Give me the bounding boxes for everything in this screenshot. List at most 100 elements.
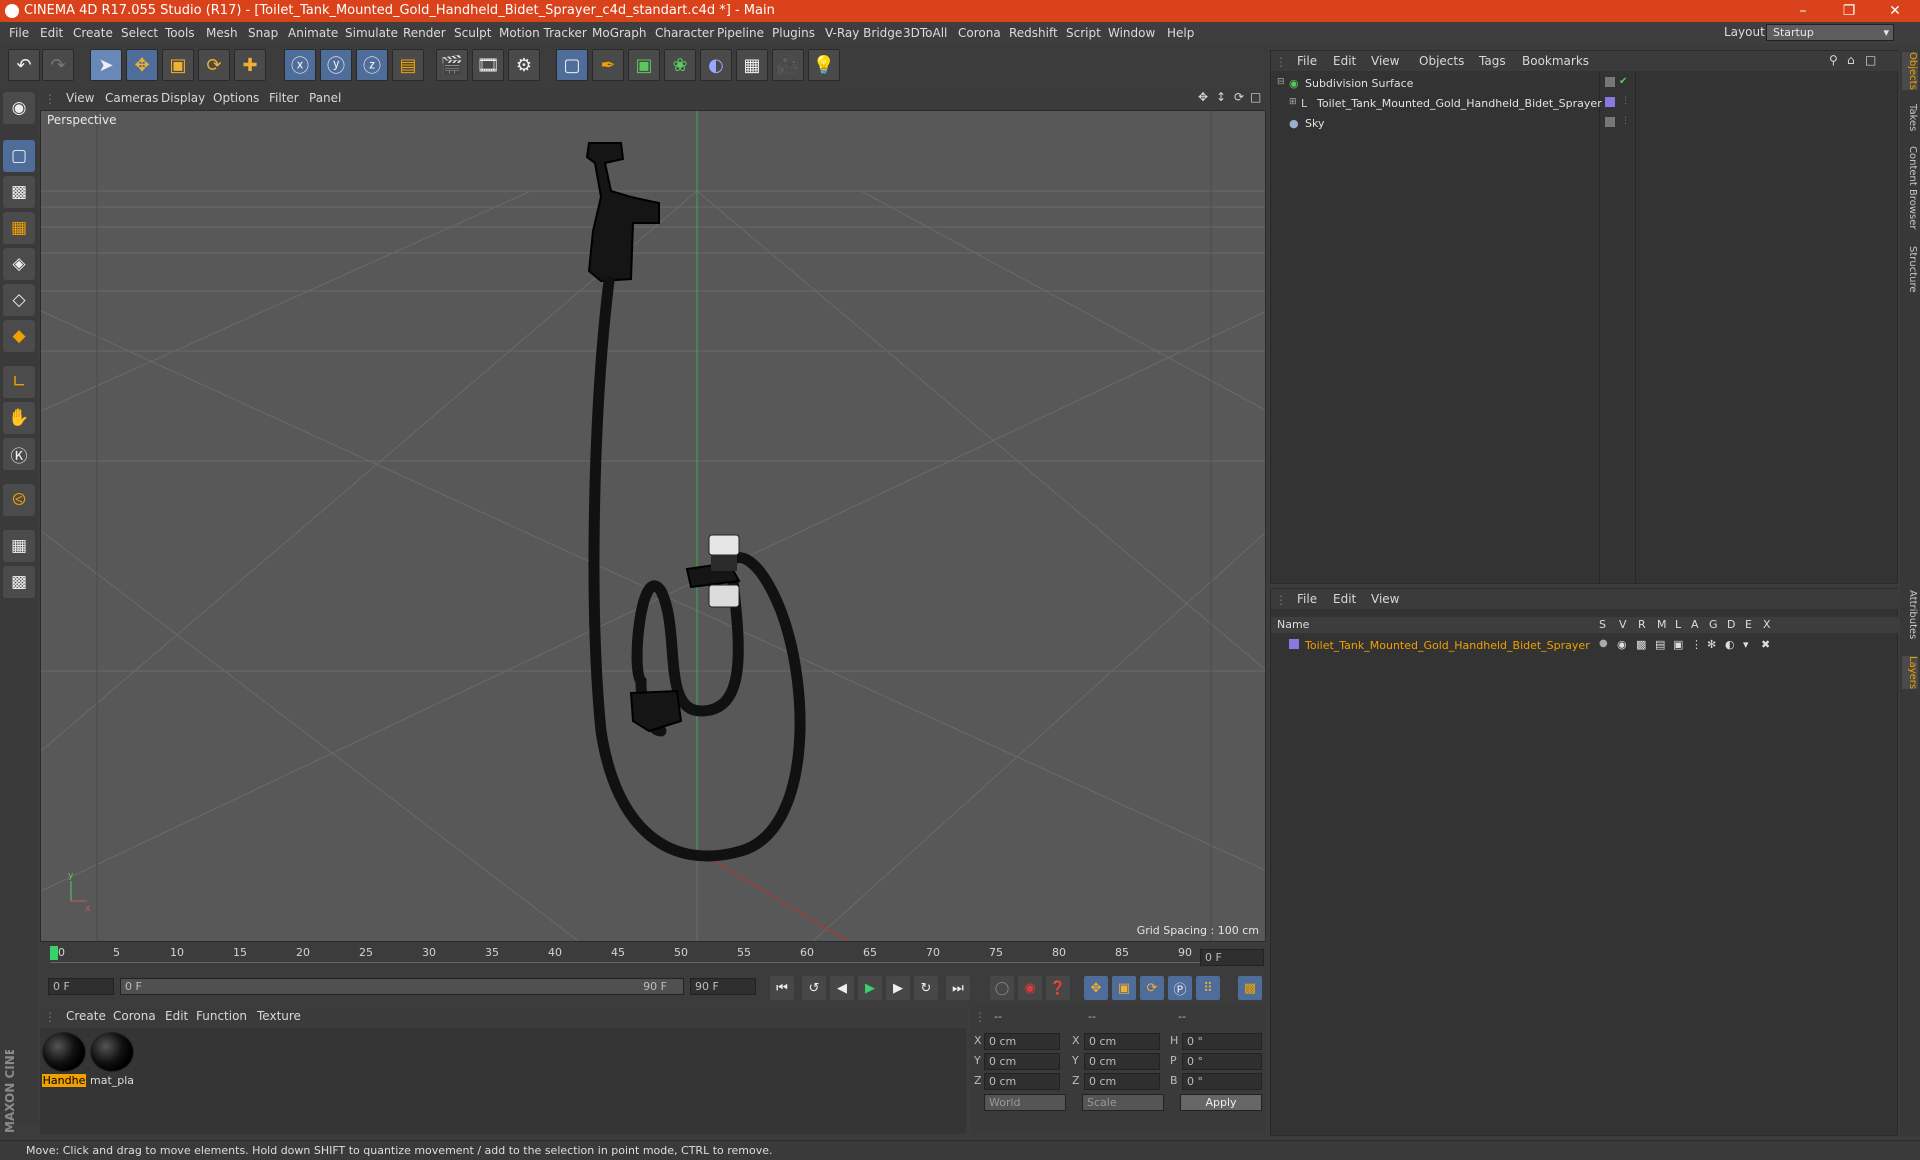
object-menu-view[interactable]: View bbox=[1371, 54, 1399, 68]
visibility-dots-icon[interactable]: ⋮ bbox=[1621, 96, 1630, 106]
menu-3dtoall[interactable]: 3DToAll bbox=[903, 26, 947, 40]
object-row[interactable]: ● Sky ⋮ bbox=[1271, 115, 1899, 133]
menu-file[interactable]: File bbox=[9, 26, 29, 40]
material-menu-function[interactable]: Function bbox=[196, 1009, 247, 1023]
deformer-icon[interactable]: ◐ bbox=[1725, 638, 1735, 651]
select-arrow-icon[interactable]: ➤ bbox=[90, 49, 122, 81]
menu-render[interactable]: Render bbox=[403, 26, 446, 40]
model-mode-icon[interactable]: ▢ bbox=[3, 140, 35, 172]
timeline-ruler[interactable]: 0 5 10 15 20 25 30 35 40 45 50 55 60 65 … bbox=[40, 946, 1266, 968]
layer-color-icon[interactable] bbox=[1289, 639, 1299, 649]
timeline-window-icon[interactable]: ▩ bbox=[1238, 976, 1262, 1000]
camera-icon[interactable]: 🎥 bbox=[772, 49, 804, 81]
layer-col-xref[interactable]: X bbox=[1763, 618, 1771, 631]
menu-pipeline[interactable]: Pipeline bbox=[717, 26, 764, 40]
x-axis-lock-icon[interactable]: ⓧ bbox=[284, 49, 316, 81]
solo-dot-icon[interactable]: ● bbox=[1599, 638, 1608, 649]
material-menu-corona[interactable]: Corona bbox=[113, 1009, 156, 1023]
menu-vray-bridge[interactable]: V-Ray Bridge bbox=[825, 26, 902, 40]
object-menu-objects[interactable]: Objects bbox=[1419, 54, 1464, 68]
restore-icon[interactable]: ❐ bbox=[1826, 0, 1872, 22]
rotation-h-field[interactable]: 0 ° bbox=[1182, 1033, 1262, 1050]
tweak-mode-icon[interactable]: ✋ bbox=[3, 402, 35, 434]
layer-menu-view[interactable]: View bbox=[1371, 592, 1399, 606]
viewport-zoom-icon[interactable]: ↕ bbox=[1216, 90, 1226, 104]
material-swatch[interactable]: mat_pla bbox=[90, 1032, 134, 1090]
next-key-icon[interactable]: ↻ bbox=[914, 976, 938, 1000]
layer-col-generators[interactable]: G bbox=[1709, 618, 1718, 631]
tab-attributes[interactable]: Attributes bbox=[1902, 590, 1918, 639]
menu-corona[interactable]: Corona bbox=[958, 26, 1001, 40]
floor-icon[interactable]: ▦ bbox=[736, 49, 768, 81]
viewport-rotate-icon[interactable]: ⟳ bbox=[1234, 90, 1244, 104]
play-forward-icon[interactable]: ▶ bbox=[858, 976, 882, 1000]
z-axis-lock-icon[interactable]: ⓩ bbox=[356, 49, 388, 81]
menu-script[interactable]: Script bbox=[1066, 26, 1101, 40]
menu-edit[interactable]: Edit bbox=[40, 26, 63, 40]
menu-simulate[interactable]: Simulate bbox=[345, 26, 398, 40]
viewport-menu-view[interactable]: View bbox=[66, 91, 94, 105]
object-menu-tags[interactable]: Tags bbox=[1479, 54, 1506, 68]
viewport-move-icon[interactable]: ✥ bbox=[1198, 90, 1208, 104]
position-y-field[interactable]: 0 cm bbox=[984, 1053, 1060, 1070]
rotate-tool-icon[interactable]: ⟳ bbox=[198, 49, 230, 81]
key-scale-icon[interactable]: ▣ bbox=[1112, 976, 1136, 1000]
move-tool-icon[interactable]: ✥ bbox=[126, 49, 158, 81]
menu-window[interactable]: Window bbox=[1108, 26, 1155, 40]
next-frame-icon[interactable]: ▶ bbox=[886, 976, 910, 1000]
viewport-maximize-icon[interactable]: □ bbox=[1250, 90, 1261, 104]
start-frame-field[interactable]: 0 F bbox=[48, 978, 114, 995]
menu-plugins[interactable]: Plugins bbox=[772, 26, 815, 40]
layer-menu-edit[interactable]: Edit bbox=[1333, 592, 1356, 606]
layer-col-manager[interactable]: M bbox=[1657, 618, 1667, 631]
end-frame-field[interactable]: 90 F bbox=[690, 978, 756, 995]
menu-create[interactable]: Create bbox=[73, 26, 113, 40]
menu-sculpt[interactable]: Sculpt bbox=[454, 26, 491, 40]
axis-mode-icon[interactable]: ∟ bbox=[3, 366, 35, 398]
snap-magnet-icon[interactable]: ⧀ bbox=[3, 484, 35, 516]
deformer-icon[interactable]: ◐ bbox=[700, 49, 732, 81]
layer-row[interactable]: Toilet_Tank_Mounted_Gold_Handheld_Bidet_… bbox=[1271, 637, 1899, 655]
layer-col-view[interactable]: V bbox=[1619, 618, 1627, 631]
undo-icon[interactable]: ↶ bbox=[8, 49, 40, 81]
subdivision-surface-icon[interactable]: ▣ bbox=[628, 49, 660, 81]
search-icon[interactable]: ⚲ bbox=[1829, 53, 1838, 67]
menu-animate[interactable]: Animate bbox=[288, 26, 338, 40]
transform-tool-icon[interactable]: ✚ bbox=[234, 49, 266, 81]
coordinate-mode-select[interactable]: World bbox=[984, 1094, 1066, 1111]
lock-icon[interactable]: ▣ bbox=[1673, 638, 1683, 651]
key-rotation-icon[interactable]: ⟳ bbox=[1140, 976, 1164, 1000]
key-parameter-icon[interactable]: Ⓟ bbox=[1168, 976, 1192, 1000]
mograph-cloner-icon[interactable]: ❀ bbox=[664, 49, 696, 81]
current-frame-field[interactable]: 0 F bbox=[1200, 949, 1264, 966]
playhead-marker[interactable] bbox=[50, 946, 58, 960]
menu-tools[interactable]: Tools bbox=[165, 26, 195, 40]
layer-col-render[interactable]: R bbox=[1638, 618, 1646, 631]
menu-snap[interactable]: Snap bbox=[248, 26, 278, 40]
rotation-p-field[interactable]: 0 ° bbox=[1182, 1053, 1262, 1070]
tab-objects[interactable]: Objects bbox=[1902, 52, 1918, 90]
pen-spline-icon[interactable]: ✒ bbox=[592, 49, 624, 81]
menu-mesh[interactable]: Mesh bbox=[206, 26, 238, 40]
redo-icon[interactable]: ↷ bbox=[42, 49, 74, 81]
record-keys-icon[interactable]: ◯ bbox=[990, 976, 1014, 1000]
layer-color-icon[interactable] bbox=[1605, 97, 1615, 107]
position-x-field[interactable]: 0 cm bbox=[984, 1033, 1060, 1050]
edges-mode-icon[interactable]: ◇ bbox=[3, 284, 35, 316]
viewport-menu-cameras[interactable]: Cameras bbox=[105, 91, 158, 105]
viewport-menu-options[interactable]: Options bbox=[213, 91, 259, 105]
object-row[interactable]: ⊞ L Toilet_Tank_Mounted_Gold_Handheld_Bi… bbox=[1271, 95, 1899, 113]
material-swatch[interactable]: Handhe bbox=[42, 1032, 86, 1090]
expand-collapse-icon[interactable]: ⊟ bbox=[1277, 77, 1285, 87]
animation-icon[interactable]: ⋮ bbox=[1691, 638, 1702, 651]
previous-key-icon[interactable]: ↺ bbox=[802, 976, 826, 1000]
new-view-icon[interactable]: □ bbox=[1865, 53, 1876, 67]
planar-workplane-icon[interactable]: ▩ bbox=[3, 566, 35, 598]
position-z-field[interactable]: 0 cm bbox=[984, 1073, 1060, 1090]
visibility-dots-icon[interactable]: ⋮ bbox=[1621, 116, 1630, 126]
size-mode-select[interactable]: Scale bbox=[1082, 1094, 1164, 1111]
object-menu-edit[interactable]: Edit bbox=[1333, 54, 1356, 68]
auto-keying-icon[interactable]: ◉ bbox=[1018, 976, 1042, 1000]
object-menu-file[interactable]: File bbox=[1297, 54, 1317, 68]
previous-frame-icon[interactable]: ◀ bbox=[830, 976, 854, 1000]
